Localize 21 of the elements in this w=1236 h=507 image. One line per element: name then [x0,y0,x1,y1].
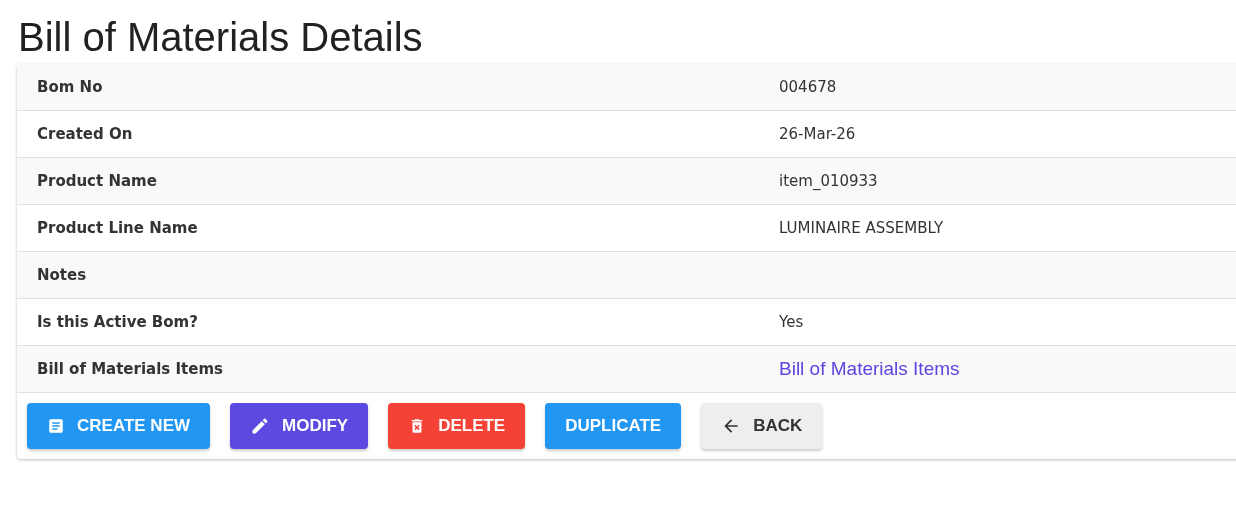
field-label: Notes [37,266,87,284]
page-title: Bill of Materials Details [17,14,424,61]
action-button[interactable]: BACK [701,403,823,449]
field-label: Product Name [37,172,157,190]
action-button[interactable]: DUPLICATE [545,403,682,449]
field-label: Product Line Name [37,219,198,237]
field-label: Created On [37,125,133,143]
field-value: Yes [779,313,804,331]
items-link[interactable]: Bill of Materials Items [779,358,960,379]
pencil-icon [250,416,270,436]
field-value: 26-Mar-26 [779,125,856,143]
field-label: Bom No [37,78,103,96]
action-button[interactable]: CREATE NEW [27,403,210,449]
field-value: LUMINAIRE ASSEMBLY [779,219,944,237]
document-icon [47,417,65,435]
action-button[interactable]: MODIFY [230,403,369,449]
field-label: Bill of Materials Items [37,360,223,378]
field-value: 004678 [779,78,837,96]
field-value: item_010933 [779,172,878,190]
field-label: Is this Active Bom? [37,313,198,331]
action-button[interactable]: DELETE [388,403,526,449]
